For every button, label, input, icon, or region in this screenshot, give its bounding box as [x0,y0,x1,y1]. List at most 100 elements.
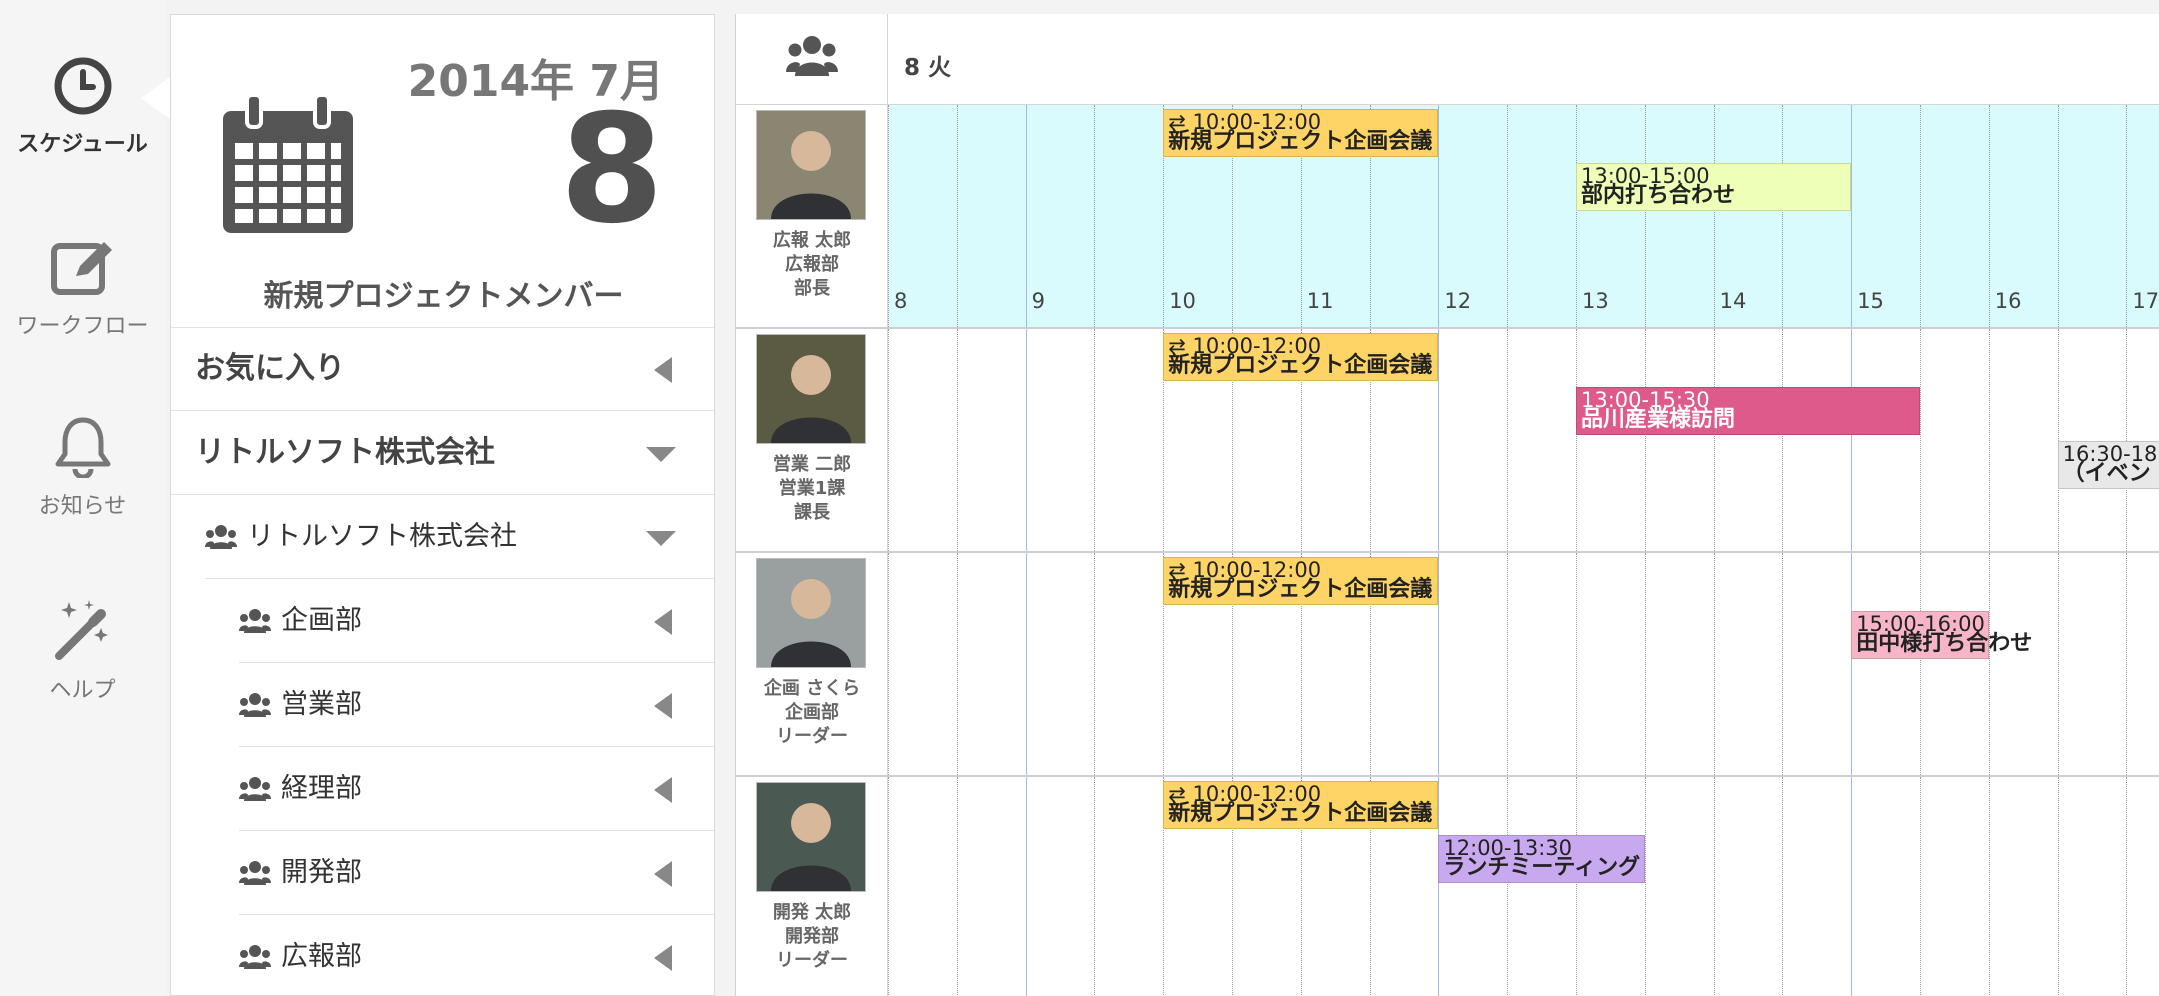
hour-gridline [956,777,958,996]
hour-label: 12 [1444,289,1472,313]
hour-gridline [1576,553,1577,775]
hour-gridline [1851,105,1853,327]
dept-row-kaihatsu[interactable]: 開発部 [239,831,714,915]
event-title: 部内打ち合わせ [1581,183,1736,208]
group-icon [239,609,271,633]
member-info[interactable]: 広報 太郎 広報部 部長 [736,105,888,327]
hour-gridline [956,553,958,775]
time-grid[interactable]: ⇄ 10:00-12:00 新規プロジェクト企画会議 12:00-13:30 ランチミ… [888,777,2159,996]
schedule-event[interactable]: 13:00-15:30 品川産業様訪問 [1576,387,1920,435]
bell-icon [55,417,110,478]
schedule-event[interactable]: 12:00-13:30 ランチミーティング [1438,835,1645,883]
event-title: 新規プロジェクト企画会議 [1168,129,1433,154]
hour-gridline [1507,777,1509,996]
date-header-label: 8 火 [904,55,952,81]
member-dept: 開発部 [785,926,839,947]
hour-gridline [1713,553,1715,775]
calendar-icon [223,93,353,233]
nav-workflow[interactable]: ワークフロー [0,236,165,340]
member-name: 開発 太郎 [772,902,852,923]
dept-row-keiri[interactable]: 経理部 [239,747,714,831]
schedule-event[interactable]: 16:30-18: （イベン [2057,441,2159,489]
hour-gridline [956,105,958,327]
event-title: 新規プロジェクト企画会議 [1168,801,1433,826]
event-title: 新規プロジェクト企画会議 [1168,577,1433,602]
member-info[interactable]: 開発 太郎 開発部 リーダー [736,777,888,996]
hour-gridline [888,105,889,327]
scheduler: 8 火 広報 太郎 広報部 部長 8 9 10 11 12 13 14 15 16 17 ⇄ 10:00-… [735,14,2159,996]
dept-label: 開発部 [281,857,362,888]
hour-label: 13 [1582,289,1609,313]
hour-gridline [1507,553,1509,775]
hour-gridline [1438,777,1440,996]
nav-notifications[interactable]: お知らせ [0,414,165,520]
hour-gridline [1782,777,1784,996]
time-grid[interactable]: ⇄ 10:00-12:00 新規プロジェクト企画会議 15:00-16:00 田中様打… [888,553,2159,775]
schedule-event[interactable]: ⇄ 10:00-12:00 新規プロジェクト企画会議 [1163,557,1439,605]
schedule-event[interactable]: ⇄ 10:00-12:00 新規プロジェクト企画会議 [1163,781,1439,829]
hour-gridline [1094,329,1096,551]
hour-gridline [1438,329,1440,551]
hour-gridline [1851,329,1853,551]
nav-help[interactable]: ヘルプ [0,598,165,704]
hour-gridline [1025,777,1027,996]
time-grid[interactable]: 8 9 10 11 12 13 14 15 16 17 ⇄ 10:00-12:00 新規プロジェクト企… [888,105,2159,327]
group-icon [239,945,271,969]
member-dept: 企画部 [785,702,839,723]
hour-gridline [1094,553,1096,775]
hour-gridline [1507,105,1509,327]
schedule-event[interactable]: ⇄ 10:00-12:00 新規プロジェクト企画会議 [1163,333,1439,381]
members-header [736,14,888,105]
member-info[interactable]: 営業 二郎 営業1課 課長 [736,329,888,551]
group-name[interactable]: 新規プロジェクトメンバー [171,271,714,315]
dept-row-kikaku[interactable]: 企画部 [239,579,714,663]
event-title: ランチミーティング [1443,855,1641,880]
expand-left-icon [654,777,672,803]
company-label: リトルソフト株式会社 [195,435,495,470]
hour-gridline [888,329,889,551]
group-icon [786,36,838,76]
hour-gridline [1438,553,1440,775]
hour-gridline [1576,105,1577,327]
dept-row-eigyo[interactable]: 営業部 [239,663,714,747]
hour-gridline [956,329,958,551]
favorites-row[interactable]: お気に入り [171,327,714,411]
member-info[interactable]: 企画 さくら 企画部 リーダー [736,553,888,775]
hour-label: 10 [1169,289,1196,313]
company-group-label: リトルソフト株式会社 [247,521,517,552]
hour-gridline [1920,553,1921,775]
hour-gridline [1782,105,1784,327]
hour-gridline [1438,105,1440,327]
dept-label: 企画部 [281,605,362,636]
clock-icon [54,57,111,115]
schedule-event[interactable]: 13:00-15:00 部内打ち合わせ [1576,163,1852,211]
hour-gridline [1644,777,1646,996]
main-nav: スケジュール ワークフロー お知らせ ヘルプ [0,0,165,996]
event-title: 新規プロジェクト企画会議 [1168,353,1433,378]
nav-help-label: ヘルプ [49,678,116,703]
member-name: 広報 太郎 広報部 部長 [736,229,888,301]
hour-gridline [1025,329,1027,551]
hour-gridline [1644,329,1646,551]
time-grid[interactable]: ⇄ 10:00-12:00 新規プロジェクト企画会議 13:00-15:30 品川産業… [888,329,2159,551]
hour-label: 17 [2132,289,2159,313]
expand-left-icon [654,609,672,635]
hour-gridline [2126,553,2128,775]
dept-row-koho[interactable]: 広報部 [239,915,714,995]
schedule-event[interactable]: 15:00-16:00 田中様打ち合わせ [1851,611,2032,659]
nav-notifications-label: お知らせ [38,494,127,519]
group-icon [205,525,237,549]
company-group-row[interactable]: リトルソフト株式会社 [205,495,714,579]
company-row[interactable]: リトルソフト株式会社 [171,411,714,495]
hour-gridline [2057,553,2059,775]
hour-gridline [1988,777,1990,996]
hour-gridline [2126,329,2128,551]
schedule-event[interactable]: ⇄ 10:00-12:00 新規プロジェクト企画会議 [1163,109,1439,157]
group-icon [239,693,271,717]
hour-gridline [2126,105,2128,327]
favorites-label: お気に入り [195,351,345,386]
member-dept: 営業1課 [778,478,846,499]
hour-gridline [1713,777,1715,996]
hour-gridline [1851,777,1853,996]
hour-gridline [2057,777,2059,996]
